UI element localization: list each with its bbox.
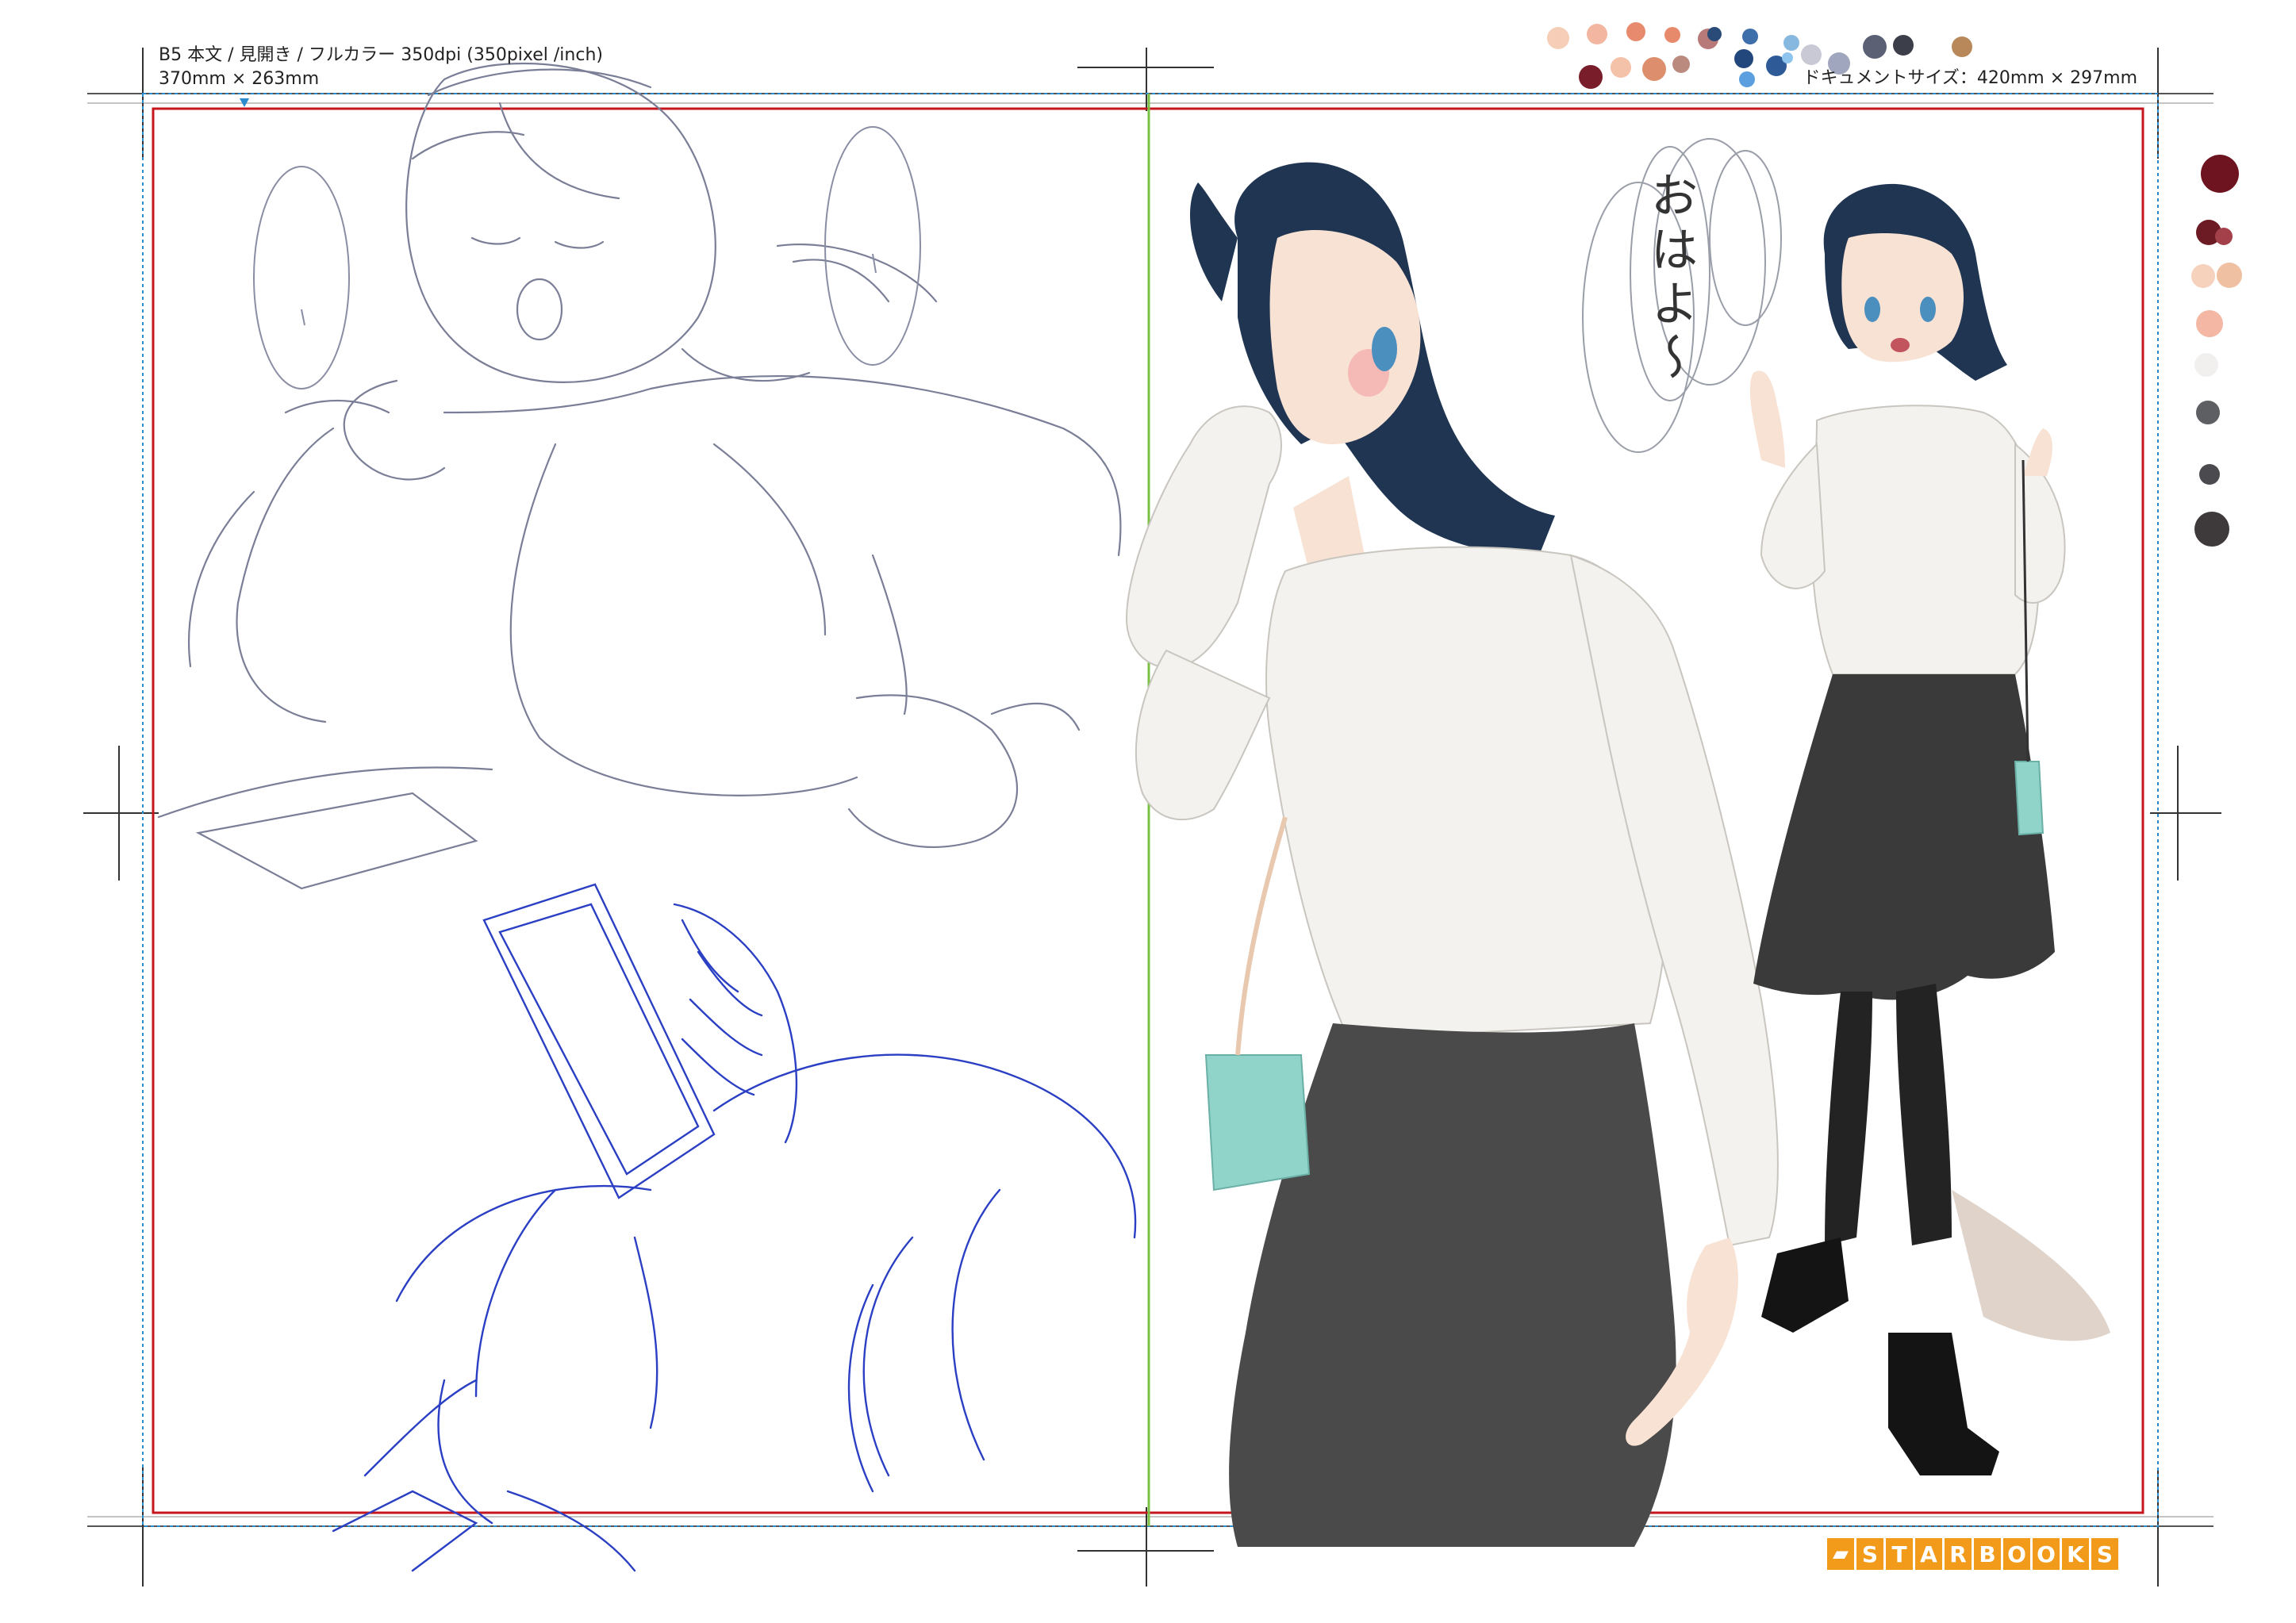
logo-letter: S	[2091, 1538, 2118, 1570]
logo-letter: O	[2033, 1538, 2060, 1570]
starbooks-logo-icon: ▰	[1827, 1538, 1854, 1570]
palette-swatch	[1611, 57, 1631, 78]
palette-swatch	[1742, 29, 1758, 44]
logo-letter: A	[1915, 1538, 1942, 1570]
palette-swatch	[2217, 263, 2242, 288]
palette-swatch	[1782, 52, 1793, 63]
sketch-sleeping-girl	[157, 62, 1122, 890]
palette-swatch	[1642, 57, 1666, 81]
artwork-svg	[83, 48, 2221, 1587]
palette-swatch	[1893, 35, 1914, 56]
art-canvas: B5 本文 / 見開き / フルカラー 350dpi (350pixel /in…	[0, 0, 2296, 1623]
palette-swatch	[1863, 35, 1887, 59]
palette-swatch	[1739, 71, 1755, 87]
starbooks-logo: ▰ S T A R B O O K S	[1827, 1538, 2121, 1570]
sketch-phone-girl	[332, 883, 1137, 1572]
palette-swatch	[1664, 27, 1680, 43]
palette-swatch	[2199, 464, 2220, 485]
palette-swatch	[2196, 310, 2223, 337]
logo-letter: R	[1945, 1538, 1972, 1570]
logo-letter: K	[2062, 1538, 2089, 1570]
palette-swatch	[1734, 49, 1753, 68]
palette-swatch	[2194, 353, 2218, 377]
palette-swatch	[1801, 44, 1822, 65]
logo-letter: B	[1974, 1538, 2001, 1570]
illustration-girl-waving	[1749, 183, 2110, 1475]
palette-swatch	[1547, 27, 1569, 49]
logo-letter: S	[1856, 1538, 1883, 1570]
print-spec: B5 本文 / 見開き / フルカラー 350dpi (350pixel /in…	[159, 44, 603, 91]
logo-letter: T	[1886, 1538, 1913, 1570]
palette-swatch	[1783, 35, 1799, 51]
palette-swatch	[2194, 512, 2229, 547]
palette-swatch	[1579, 65, 1603, 89]
palette-swatch	[2201, 155, 2239, 193]
palette-swatch	[1626, 22, 1645, 41]
document-size-label: ドキュメントサイズ：420mm × 297mm	[1803, 68, 2137, 88]
sketch-speech-bubbles	[253, 126, 921, 389]
palette-swatch	[2196, 401, 2220, 424]
palette-swatch	[1707, 27, 1722, 41]
palette-swatch	[2191, 264, 2215, 288]
logo-letter: O	[2003, 1538, 2030, 1570]
palette-swatch	[2215, 228, 2233, 245]
print-spec-line-1: B5 本文 / 見開き / フルカラー 350dpi (350pixel /in…	[159, 45, 603, 65]
print-spec-line-2: 370mm × 263mm	[159, 69, 320, 89]
speech-bubble-text: おはよ〜	[1642, 171, 1698, 386]
palette-swatch	[1587, 24, 1607, 44]
color-palette-side	[2190, 155, 2242, 567]
small-speech-bubbles	[1709, 150, 1782, 326]
palette-swatch	[1952, 36, 1972, 57]
palette-swatch	[1672, 56, 1690, 73]
